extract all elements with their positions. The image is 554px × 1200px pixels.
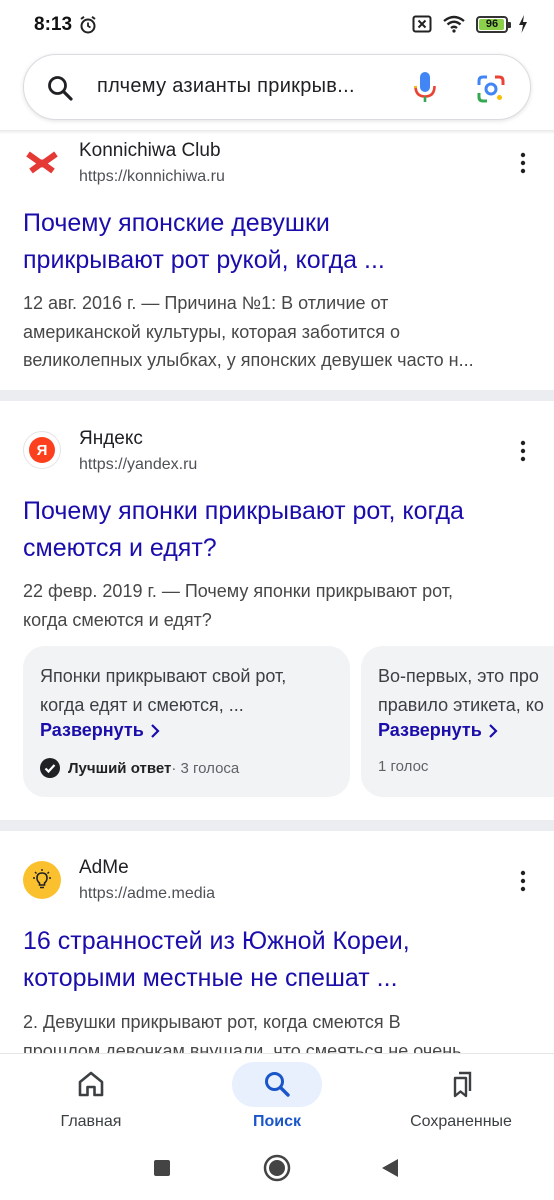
search-input[interactable]: плчему азианты прикрыв...	[97, 75, 397, 98]
saved-icon[interactable]	[446, 1069, 476, 1099]
answer-text-line: когда едят и смеются, ...	[40, 695, 244, 715]
adme-logo-icon	[23, 861, 61, 899]
nav-item-search[interactable]: Поиск	[197, 1054, 357, 1136]
result-divider	[0, 820, 554, 831]
snippet-line: 22 февр. 2019 г. — Почему японки прикрыв…	[23, 581, 453, 601]
alarm-icon	[80, 15, 96, 34]
site-url[interactable]: https://yandex.ru	[79, 456, 197, 474]
site-name[interactable]: AdMe	[79, 857, 129, 879]
wifi-icon	[443, 15, 465, 33]
vote-count: · 3 голоса	[171, 759, 240, 777]
status-time: 8:13	[34, 14, 73, 35]
battery-icon: 96	[476, 15, 511, 33]
snippet-line: когда смеются и едят?	[23, 609, 212, 630]
back-icon[interactable]	[376, 1153, 406, 1183]
result-title-line[interactable]: Почему японские девушки	[23, 205, 533, 242]
header-shadow	[0, 130, 554, 134]
answer-text-line: Во-первых, это про	[378, 666, 539, 686]
result-title-link[interactable]: Почему японские девушки прикрывают рот р…	[23, 205, 533, 279]
recent-apps-icon[interactable]	[147, 1153, 177, 1183]
more-options-icon[interactable]	[513, 152, 533, 174]
snippet-line: 2. Девушки прикрывают рот, когда смеются…	[23, 1012, 401, 1032]
nav-label[interactable]: Поиск	[197, 1113, 357, 1131]
expand-label[interactable]: Развернуть	[40, 720, 144, 741]
search-icon[interactable]	[262, 1069, 292, 1099]
answer-text: Японки прикрывают свой рот, когда едят и…	[40, 662, 340, 720]
bottom-navigation: Главная Поиск Сохраненные	[0, 1053, 554, 1135]
result-title-line[interactable]: Почему японки прикрывают рот, когда	[23, 493, 533, 530]
charging-icon	[519, 15, 527, 33]
more-options-icon[interactable]	[513, 870, 533, 892]
vote-count: 1 голос	[378, 758, 429, 775]
home-button-icon[interactable]	[262, 1153, 292, 1183]
answer-text-line: правило этикета, ко	[378, 695, 544, 715]
answer-text-line: Японки прикрывают свой рот,	[40, 666, 287, 686]
home-icon[interactable]	[76, 1069, 106, 1099]
expand-label[interactable]: Развернуть	[378, 720, 482, 741]
nav-label[interactable]: Главная	[11, 1113, 171, 1131]
site-name[interactable]: Яндекс	[79, 428, 143, 450]
system-navigation	[0, 1135, 554, 1200]
snippet-line: 12 авг. 2016 г. — Причина №1: В отличие …	[23, 293, 389, 313]
result-title-link[interactable]: 16 странностей из Южной Кореи, которыми …	[23, 923, 533, 997]
sim-blocked-icon	[412, 15, 432, 33]
expand-link[interactable]: Развернуть	[378, 720, 498, 741]
konnichiwa-logo-icon	[23, 143, 61, 181]
search-bar[interactable]: плчему азианты прикрыв...	[23, 54, 531, 120]
answer-card[interactable]: Во-первых, это про правило этикета, ко Р…	[361, 646, 554, 797]
snippet-line: великолепных улыбках, у японских девушек…	[23, 350, 474, 370]
search-icon[interactable]	[46, 74, 74, 102]
nav-item-home[interactable]: Главная	[11, 1054, 171, 1136]
status-bar: 8:13 96	[0, 0, 554, 52]
yandex-logo-icon: Я	[23, 431, 61, 469]
nav-item-saved[interactable]: Сохраненные	[381, 1054, 541, 1136]
more-options-icon[interactable]	[513, 440, 533, 462]
result-snippet: 22 февр. 2019 г. — Почему японки прикрыв…	[23, 577, 533, 634]
chevron-right-icon[interactable]	[150, 723, 160, 738]
answer-footer: Лучший ответ · 3 голоса	[40, 758, 239, 778]
snippet-line: американской культуры, которая заботится…	[23, 321, 400, 342]
best-answer-label: Лучший ответ	[68, 759, 172, 777]
result-title-line[interactable]: смеются и едят?	[23, 530, 533, 567]
site-url[interactable]: https://adme.media	[79, 885, 215, 903]
battery-level: 96	[485, 18, 499, 30]
chevron-right-icon[interactable]	[488, 723, 498, 738]
nav-label[interactable]: Сохраненные	[381, 1113, 541, 1131]
result-divider	[0, 390, 554, 401]
result-title-line[interactable]: которыми местные не спешат ...	[23, 960, 533, 997]
check-circle-icon	[40, 758, 60, 778]
result-title-link[interactable]: Почему японки прикрывают рот, когда смею…	[23, 493, 533, 567]
expand-link[interactable]: Развернуть	[40, 720, 160, 741]
result-snippet: 12 авг. 2016 г. — Причина №1: В отличие …	[23, 289, 533, 375]
site-url[interactable]: https://konnichiwa.ru	[79, 168, 225, 186]
answer-text: Во-первых, это про правило этикета, ко	[378, 662, 554, 720]
result-title-line[interactable]: 16 странностей из Южной Кореи,	[23, 923, 533, 960]
yandex-letter: Я	[29, 437, 55, 463]
answer-footer: 1 голос	[378, 758, 428, 775]
answer-card[interactable]: Японки прикрывают свой рот, когда едят и…	[23, 646, 350, 797]
microphone-icon[interactable]	[412, 71, 438, 105]
site-name[interactable]: Konnichiwa Club	[79, 140, 221, 162]
google-lens-icon[interactable]	[476, 74, 506, 104]
result-title-line[interactable]: прикрывают рот рукой, когда ...	[23, 242, 533, 279]
